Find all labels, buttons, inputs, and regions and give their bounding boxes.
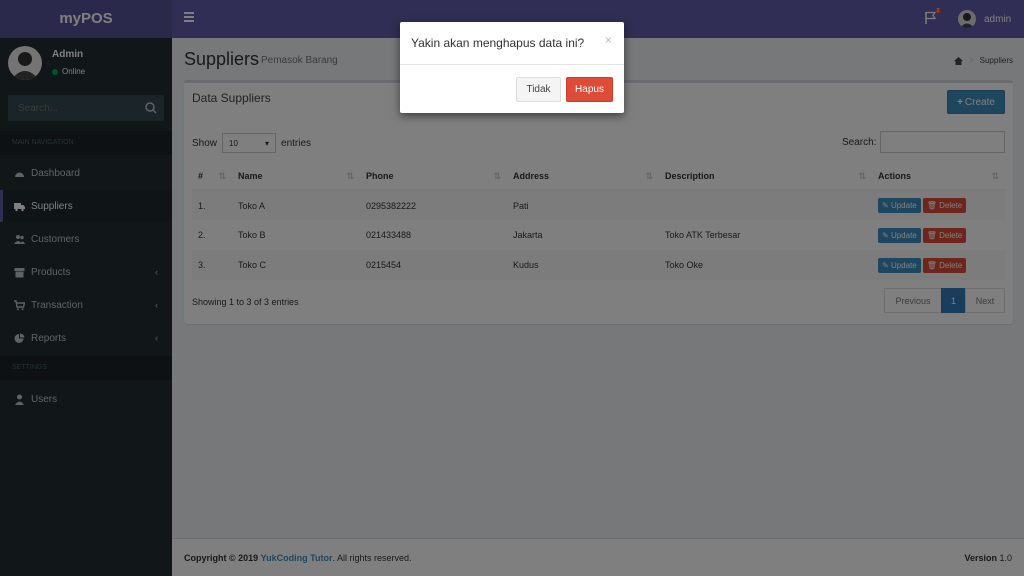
modal-divider	[400, 64, 624, 65]
confirm-delete-modal: Yakin akan menghapus data ini? × Tidak H…	[400, 22, 624, 113]
confirm-delete-button[interactable]: Hapus	[566, 77, 613, 102]
close-icon[interactable]: ×	[605, 33, 612, 47]
modal-title: Yakin akan menghapus data ini?	[411, 36, 585, 50]
cancel-button[interactable]: Tidak	[516, 77, 561, 102]
